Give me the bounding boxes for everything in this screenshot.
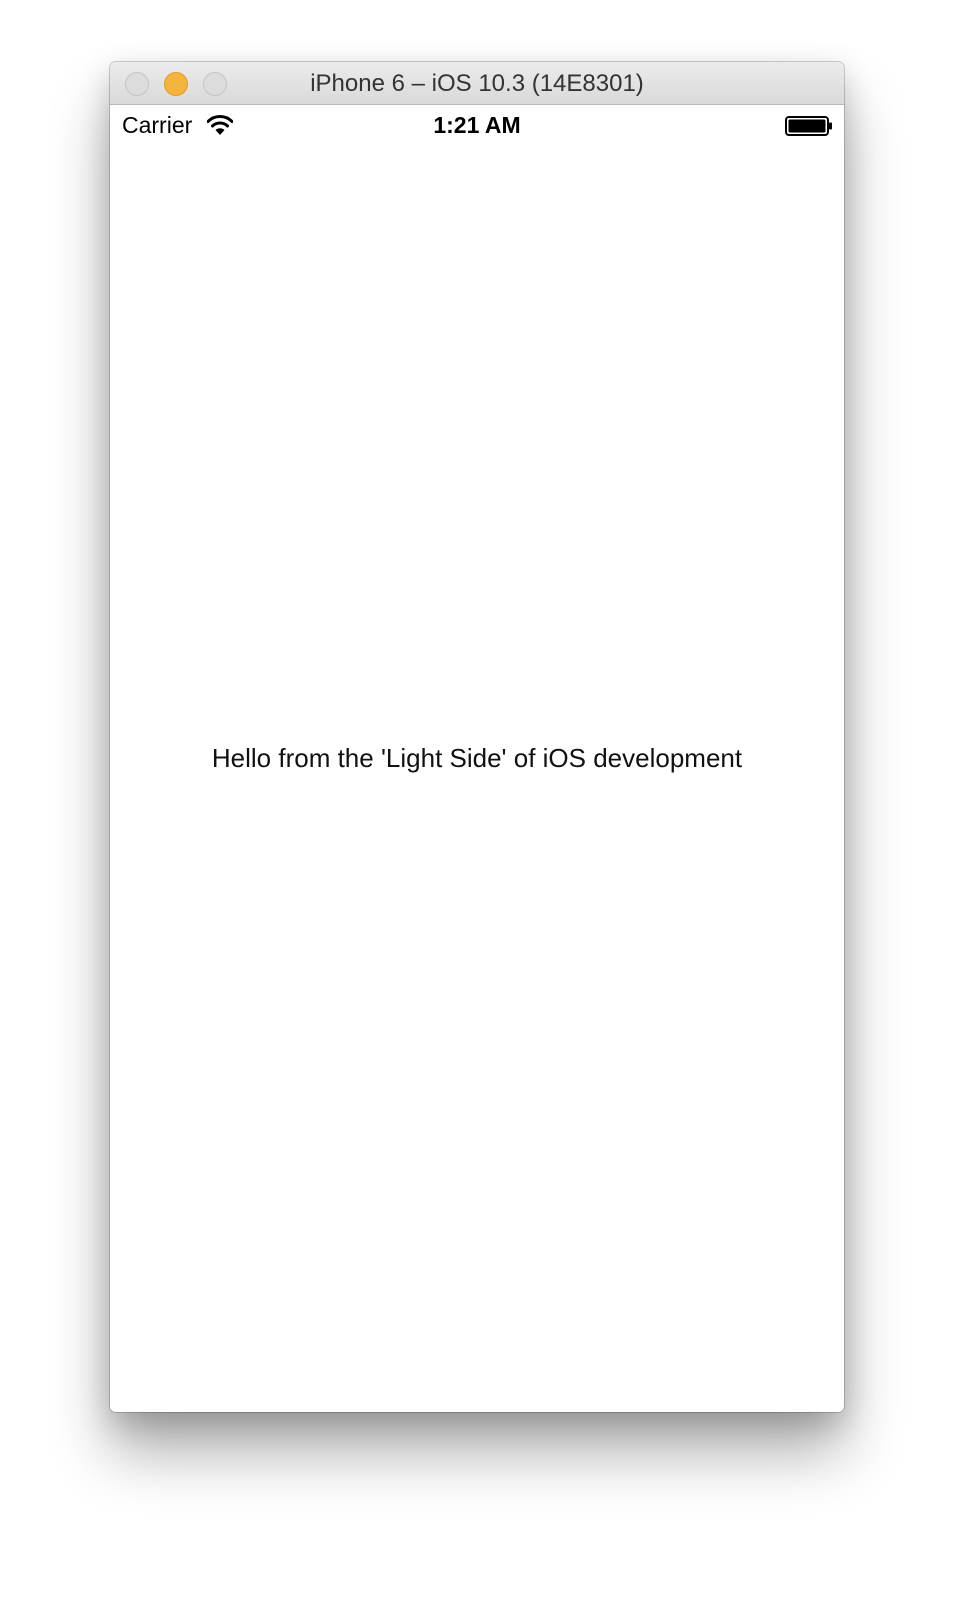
status-time: 1:21 AM: [433, 112, 521, 138]
window-titlebar[interactable]: iPhone 6 – iOS 10.3 (14E8301): [110, 62, 844, 105]
hello-label: Hello from the 'Light Side' of iOS devel…: [211, 743, 743, 773]
battery-icon: [785, 116, 832, 136]
desktop-background: iPhone 6 – iOS 10.3 (14E8301) Carrier 1:…: [0, 0, 974, 1602]
device-screen[interactable]: Carrier 1:21 AM Hello from the 'Light Si…: [110, 105, 844, 1412]
simulator-window: iPhone 6 – iOS 10.3 (14E8301) Carrier 1:…: [110, 62, 844, 1412]
window-title: iPhone 6 – iOS 10.3 (14E8301): [310, 70, 644, 97]
status-bar: Carrier 1:21 AM: [110, 105, 844, 145]
